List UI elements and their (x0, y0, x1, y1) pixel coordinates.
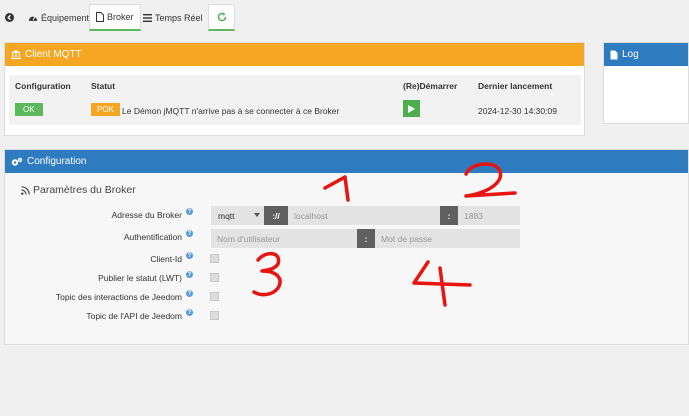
annotation-3 (252, 251, 282, 297)
handwritten-annotations (252, 162, 517, 307)
annotation-2 (464, 162, 517, 198)
annotation-4 (412, 260, 472, 307)
annotation-1 (323, 175, 350, 202)
